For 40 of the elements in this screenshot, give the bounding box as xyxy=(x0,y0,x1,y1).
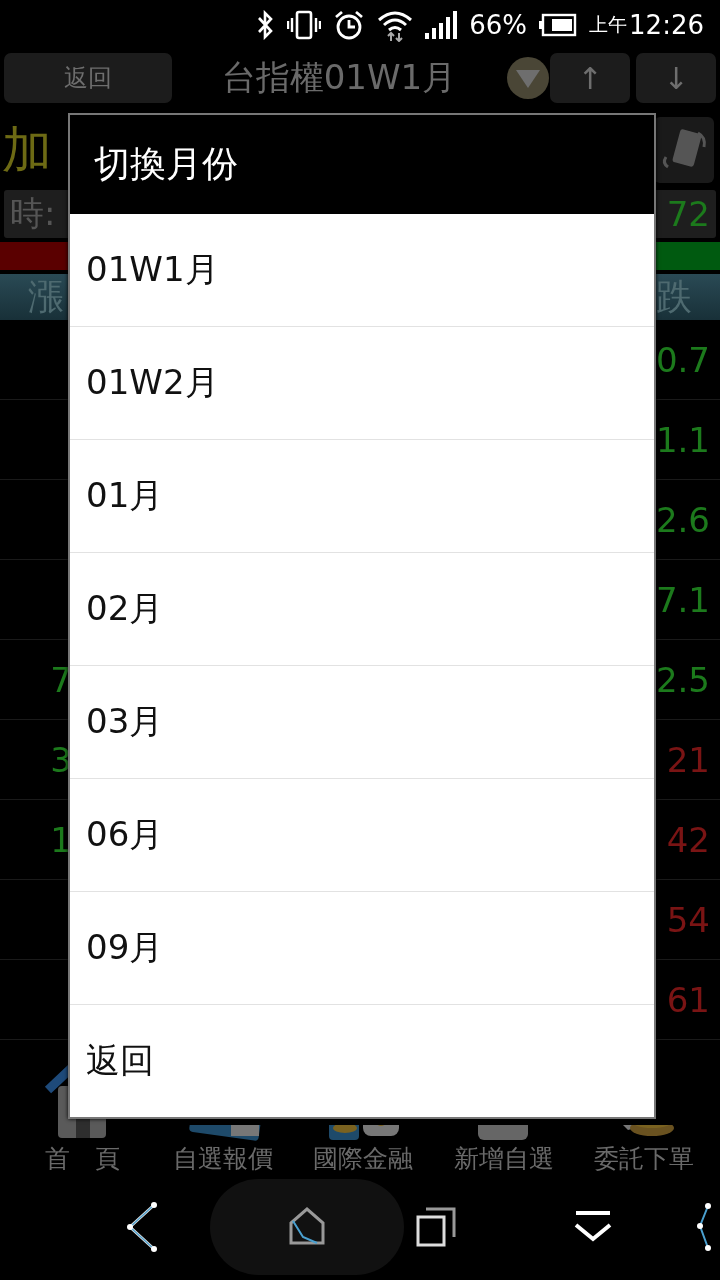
battery-icon xyxy=(539,13,578,37)
menu-item[interactable]: 03月 xyxy=(70,666,654,779)
wifi-icon xyxy=(377,8,414,42)
menu-item[interactable]: 09月 xyxy=(70,892,654,1005)
menu-item[interactable]: 02月 xyxy=(70,553,654,666)
table-cell-text: 1 xyxy=(49,819,72,860)
tab-label[interactable]: 新增自選 xyxy=(453,1142,554,1175)
table-cell: 1.1 xyxy=(655,419,710,460)
menu-item[interactable]: 01W2月 xyxy=(70,327,654,440)
table-cell: 2.5 xyxy=(655,659,710,700)
tab-label[interactable]: 國際金融 xyxy=(313,1142,413,1175)
index-name: 加 xyxy=(2,119,52,181)
table-cell: 42 xyxy=(666,819,710,860)
dialog-title: 切換月份 xyxy=(94,142,238,186)
vibrate-icon xyxy=(287,10,322,40)
menu-item[interactable]: 返回 xyxy=(70,1005,654,1117)
table-cell: 61 xyxy=(666,979,710,1020)
table-cell-text: 3 xyxy=(49,739,72,780)
menu-icon[interactable] xyxy=(696,1201,712,1252)
time-period: 上午 xyxy=(589,12,628,37)
table-cell: 54 xyxy=(666,899,710,940)
table-cell: 0.7 xyxy=(655,339,710,380)
clock-time: 12:26 xyxy=(629,10,704,40)
tab-label[interactable]: 首 頁 xyxy=(44,1142,120,1175)
table-cell: 21 xyxy=(666,739,710,780)
price-value: 72 xyxy=(666,194,710,234)
table-cell: 2.6 xyxy=(655,499,710,540)
menu-item[interactable]: 01月 xyxy=(70,440,654,553)
menu-item[interactable]: 01W1月 xyxy=(70,214,654,327)
tab-label[interactable]: 委託下單 xyxy=(594,1142,694,1175)
page-title: 台指權01W1月 xyxy=(220,56,458,99)
signal-icon xyxy=(425,11,458,39)
home-icon[interactable] xyxy=(287,1206,327,1247)
battery-percent: 66% xyxy=(469,10,528,40)
table-cell-text: 7 xyxy=(49,659,72,700)
menu-item[interactable]: 06月 xyxy=(70,779,654,892)
dropdown-icon[interactable] xyxy=(506,56,550,100)
rotate-icon[interactable] xyxy=(654,117,714,183)
table-cell: 7.1 xyxy=(655,579,710,620)
tab-label[interactable]: 自選報價 xyxy=(172,1142,273,1175)
